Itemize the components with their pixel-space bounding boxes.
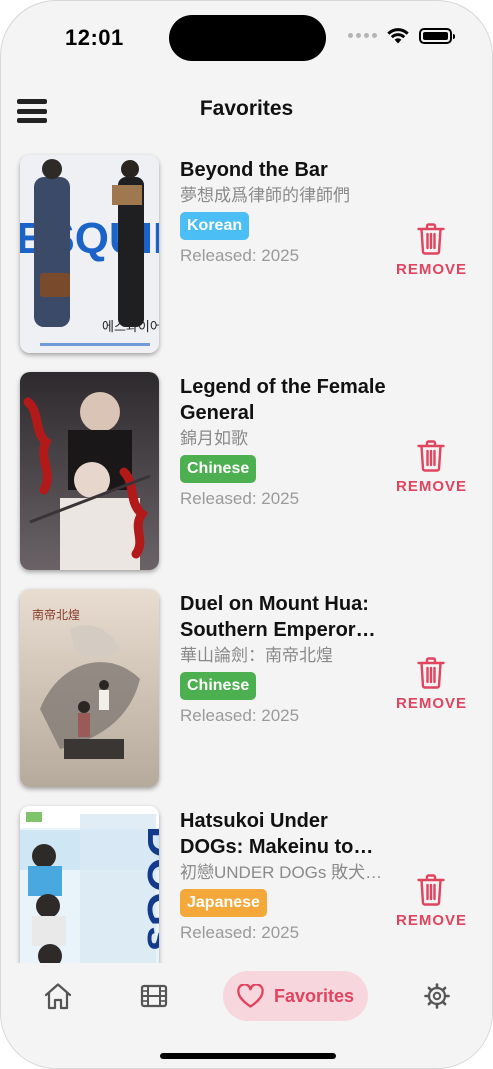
- nav-header: Favorites: [1, 89, 492, 133]
- release-year: Released: 2025: [180, 923, 300, 942]
- svg-text:에스콰이어: 에스콰이어: [102, 320, 159, 335]
- heart-icon: [237, 983, 264, 1008]
- trash-icon: [417, 874, 445, 906]
- status-bar: 12:01: [1, 1, 492, 71]
- home-indicator: [160, 1053, 336, 1059]
- dynamic-island: [169, 15, 326, 61]
- remove-button[interactable]: REMOVE: [396, 874, 466, 929]
- remove-label: REMOVE: [396, 695, 468, 712]
- film-icon: [140, 984, 168, 1008]
- remove-button[interactable]: REMOVE: [396, 440, 466, 495]
- wifi-icon: [387, 28, 409, 44]
- poster-image[interactable]: ESQUIRE 에스콰이어: [20, 155, 159, 353]
- poster-image[interactable]: 南帝北煌: [20, 589, 159, 787]
- favorite-card[interactable]: Legend of the Female General 錦月如歌 Chines…: [1, 372, 492, 572]
- poster-image[interactable]: [20, 372, 159, 570]
- card-title[interactable]: Duel on Mount Hua: Southern Emperor…: [180, 591, 388, 643]
- card-info: Duel on Mount Hua: Southern Emperor… 華山論…: [180, 591, 388, 726]
- svg-text:南帝北煌: 南帝北煌: [32, 607, 80, 622]
- page-title: Favorites: [199, 97, 294, 120]
- trash-icon: [417, 223, 445, 255]
- favorite-card[interactable]: 南帝北煌 Duel on Mount Hua: Southern Emperor…: [1, 589, 492, 789]
- gear-icon: [424, 983, 450, 1009]
- card-original-title: 夢想成爲律師的律師們: [180, 186, 350, 205]
- card-info: Beyond the Bar 夢想成爲律師的律師們 Korean Release…: [180, 157, 388, 266]
- language-badge: Japanese: [180, 889, 267, 917]
- battery-icon: [419, 27, 455, 44]
- card-original-title: 華山論劍：南帝北煌: [180, 646, 333, 665]
- status-icons: [348, 27, 455, 44]
- tab-favorites-label: Favorites: [273, 985, 354, 1006]
- favorite-card[interactable]: ESQUIRE 에스콰이어 Beyond the Bar 夢想成爲律師的律師們 …: [1, 155, 492, 355]
- svg-text:DOGs: DOGs: [138, 826, 159, 951]
- phone-screen: 12:01 Favorites ESQUIRE: [0, 0, 493, 1069]
- trash-icon: [417, 657, 445, 689]
- tab-home[interactable]: [37, 971, 79, 1021]
- tab-settings[interactable]: [415, 971, 459, 1021]
- tab-favorites[interactable]: Favorites: [223, 971, 368, 1021]
- remove-button[interactable]: REMOVE: [396, 657, 466, 712]
- remove-label: REMOVE: [396, 478, 468, 495]
- release-year: Released: 2025: [180, 489, 300, 508]
- card-info: Hatsukoi Under DOGs: Makeinu to… 初戀UNDER…: [180, 808, 388, 943]
- card-original-title: 初戀UNDER DOGs 敗犬…: [180, 863, 383, 882]
- trash-icon: [417, 440, 445, 472]
- remove-button[interactable]: REMOVE: [396, 223, 466, 278]
- card-title[interactable]: Hatsukoi Under DOGs: Makeinu to…: [180, 808, 388, 860]
- card-title[interactable]: Beyond the Bar: [180, 157, 388, 183]
- release-year: Released: 2025: [180, 706, 300, 725]
- home-icon: [44, 983, 72, 1010]
- release-year: Released: 2025: [180, 246, 300, 265]
- card-original-title: 錦月如歌: [180, 429, 248, 448]
- card-title[interactable]: Legend of the Female General: [180, 374, 388, 426]
- remove-label: REMOVE: [396, 912, 468, 929]
- card-info: Legend of the Female General 錦月如歌 Chines…: [180, 374, 388, 509]
- language-badge: Chinese: [180, 672, 257, 700]
- cellular-signal-icon: [348, 33, 377, 38]
- status-time: 12:01: [65, 25, 124, 50]
- language-badge: Chinese: [180, 455, 257, 483]
- tab-movies[interactable]: [133, 971, 175, 1021]
- remove-label: REMOVE: [396, 261, 468, 278]
- language-badge: Korean: [180, 212, 250, 240]
